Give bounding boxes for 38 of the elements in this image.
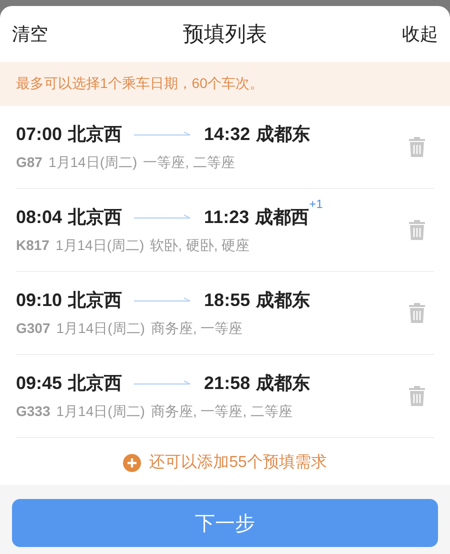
seat-classes: 软卧, 硬卧, 硬座 [150, 237, 250, 255]
from-station: 北京西 [68, 206, 122, 229]
to-station: 成都东 [256, 123, 310, 146]
depart-time: 08:04 [16, 206, 62, 228]
to-station: 成都西 [255, 206, 310, 229]
to-station: 成都东 [256, 372, 310, 395]
seat-classes: 一等座, 二等座 [143, 154, 235, 172]
train-number: G307 [16, 320, 50, 338]
to-station: 成都东 [256, 289, 310, 312]
train-number: G333 [16, 403, 50, 421]
train-number: K817 [16, 237, 50, 255]
delete-icon[interactable] [408, 385, 426, 407]
arrive-time: 21:58 [204, 372, 250, 394]
seat-classes: 商务座, 一等座, 二等座 [150, 403, 292, 421]
delete-icon[interactable] [408, 219, 426, 241]
sheet-title: 预填列表 [183, 22, 267, 48]
collapse-button[interactable]: 收起 [402, 22, 438, 46]
notice-banner: 最多可以选择1个乘车日期，60个车次。 [0, 62, 450, 106]
arrive-time: 11:23 [204, 206, 250, 228]
day-offset: +1 [309, 197, 323, 211]
arrive-time: 18:55 [204, 290, 250, 310]
delete-icon[interactable] [408, 136, 426, 158]
depart-time: 07:00 [16, 124, 62, 144]
travel-date: 1月14日(周二) [48, 154, 138, 172]
train-number: G87 [16, 154, 42, 172]
from-station: 北京西 [68, 123, 122, 146]
travel-date: 1月14日(周二) [56, 403, 145, 421]
travel-date: 1月14日(周二) [55, 237, 144, 255]
depart-time: 09:10 [16, 290, 62, 310]
from-station: 北京西 [68, 372, 122, 395]
add-icon[interactable] [123, 454, 142, 472]
from-station: 北京西 [68, 289, 122, 312]
arrive-time: 14:32 [204, 124, 250, 144]
seat-classes: 商务座, 一等座 [150, 320, 243, 338]
delete-icon[interactable] [408, 302, 426, 324]
depart-time: 09:45 [16, 372, 62, 394]
clear-button[interactable]: 清空 [12, 22, 48, 46]
travel-date: 1月14日(周二) [56, 320, 145, 338]
